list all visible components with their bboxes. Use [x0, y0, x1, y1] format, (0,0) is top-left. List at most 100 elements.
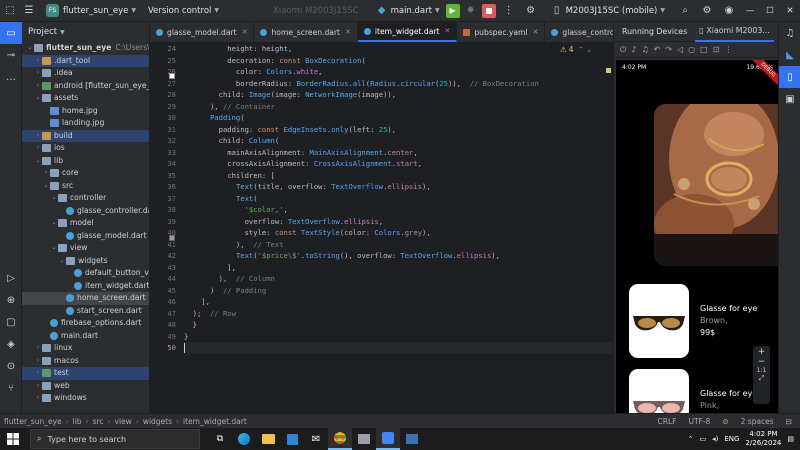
close-tab-icon[interactable]: ✕	[533, 28, 539, 36]
chevron-right-icon[interactable]: ›	[34, 130, 42, 143]
project-panel-header[interactable]: Project ▼	[22, 22, 149, 42]
tree-item[interactable]: ⌄ assets	[22, 92, 149, 105]
terminal-tool-button[interactable]: ▢	[0, 311, 22, 333]
zoom-out-button[interactable]: −	[758, 357, 766, 367]
run-tool-button[interactable]: ▷	[0, 267, 22, 289]
code-line[interactable]: child: Column(	[184, 135, 613, 147]
rotate-right-icon[interactable]: ↷	[665, 45, 672, 54]
debug-button[interactable]: ✹	[462, 0, 480, 22]
problems-tool-button[interactable]: ◈	[0, 333, 22, 355]
editor-tab[interactable]: pubspec.yaml ✕	[457, 22, 546, 42]
git-tool-button[interactable]: ⑂	[0, 377, 22, 399]
device-manager-button[interactable]: ▣	[779, 88, 800, 110]
volume-up-icon[interactable]: ♪	[631, 45, 636, 54]
terminal-app[interactable]	[352, 428, 376, 450]
editor-scrollbar[interactable]	[606, 68, 611, 73]
color-swatch-marker[interactable]	[169, 235, 175, 241]
tree-item[interactable]: › android [flutter_sun_eye_a	[22, 80, 149, 93]
chevron-right-icon[interactable]: ›	[34, 67, 42, 80]
tree-item[interactable]: › build	[22, 129, 149, 143]
breadcrumb-item[interactable]: src	[93, 417, 104, 426]
breadcrumb-item[interactable]: widgets	[143, 417, 172, 426]
zoom-ratio-button[interactable]: 1:1	[757, 367, 767, 374]
file-explorer-app[interactable]	[256, 428, 280, 450]
notifications-tool-button[interactable]: ♫	[779, 22, 800, 44]
chevron-down-icon[interactable]: ⌄	[42, 180, 50, 193]
file-encoding[interactable]: UTF-8	[688, 417, 710, 426]
code-line[interactable]: child: Image(image: NetworkImage(image))…	[184, 89, 613, 101]
flutter-inspector-button[interactable]: ◣	[779, 44, 800, 66]
network-icon[interactable]: ▭	[700, 435, 707, 443]
tree-item[interactable]: ⌄ controller	[22, 192, 149, 205]
devtools-tool-button[interactable]: ⊙	[0, 355, 22, 377]
device-selector[interactable]: ▯ M2003J15SC (mobile) ▼	[546, 0, 669, 22]
chevron-down-icon[interactable]: ⌄	[50, 192, 58, 205]
editor-tab[interactable]: home_screen.dart ✕	[254, 22, 358, 42]
mail-app[interactable]: ✉	[304, 428, 328, 450]
tree-item[interactable]: › test	[22, 367, 149, 380]
code-line[interactable]: Padding(	[184, 112, 613, 124]
code-line[interactable]: height: height,	[184, 43, 613, 55]
power-icon[interactable]: ⏻	[620, 45, 626, 55]
tree-item[interactable]: ⌄ lib	[22, 155, 149, 168]
run-button[interactable]: ▶	[444, 0, 462, 22]
breakpoint-marker[interactable]	[169, 73, 175, 79]
chevron-right-icon[interactable]: ›	[34, 380, 42, 393]
chevron-right-icon[interactable]: ›	[34, 342, 42, 355]
back-icon[interactable]: ◁	[677, 45, 683, 54]
store-app[interactable]	[280, 428, 304, 450]
breadcrumb-item[interactable]: item_widget.dart	[183, 417, 247, 426]
code-editor[interactable]: 24 25 26 27 28 29 30 31 32 33 34 35 36 37 38 39 40 41 42 43…	[150, 43, 613, 413]
code-line[interactable]: ],	[184, 262, 613, 274]
tree-item[interactable]: › web	[22, 380, 149, 393]
chevron-down-icon[interactable]: ⌄	[34, 155, 42, 168]
chevron-right-icon[interactable]: ›	[34, 55, 42, 68]
task-view-button[interactable]: ⧉	[208, 428, 232, 450]
device-tab[interactable]: ▯ Xiaomi M2003...	[695, 22, 774, 42]
more-run-button[interactable]: ⋮	[498, 0, 520, 22]
overview-icon[interactable]: □	[700, 45, 708, 54]
screenshot-icon[interactable]: ⊡	[713, 45, 720, 54]
code-line[interactable]: decoration: const BoxDecoration(	[184, 55, 613, 67]
code-line[interactable]: overflow: TextOverflow.ellipsis,	[184, 216, 613, 228]
zoom-in-button[interactable]: +	[758, 346, 766, 357]
close-tab-icon[interactable]: ✕	[345, 28, 351, 36]
code-line[interactable]: }	[184, 319, 613, 331]
tree-item[interactable]: ⌄ widgets	[22, 255, 149, 268]
project-selector[interactable]: FS flutter_sun_eye ▼	[42, 0, 140, 22]
chevron-right-icon[interactable]: ›	[34, 355, 42, 368]
tree-item[interactable]: default_button_v	[22, 267, 149, 280]
close-tab-icon[interactable]: ✕	[242, 28, 248, 36]
chevron-right-icon[interactable]: ›	[42, 167, 50, 180]
commit-tool-button[interactable]: ⊸	[0, 44, 22, 66]
tree-item[interactable]: item_widget.dart	[22, 280, 149, 293]
code-line[interactable]: borderRadius: BorderRadius.all(Radius.ci…	[184, 78, 613, 90]
chevron-down-icon[interactable]: ⌄	[50, 217, 58, 230]
close-window-button[interactable]: ✕	[780, 0, 800, 22]
stop-button[interactable]	[480, 0, 498, 22]
tree-item[interactable]: landing.jpg	[22, 117, 149, 130]
chevron-down-icon[interactable]: ⌄	[50, 242, 58, 255]
code-line[interactable]: ), // Text	[184, 239, 613, 251]
editor-tab[interactable]: glasse_model.dart ✕	[150, 22, 255, 42]
tree-item[interactable]: ⌄ src	[22, 180, 149, 193]
product-card-image[interactable]	[629, 369, 689, 413]
code-line[interactable]: mainAxisAlignment: MainAxisAlignment.cen…	[184, 147, 613, 159]
editor-tab[interactable]: glasse_controller.dart✕	[545, 22, 613, 42]
tree-item[interactable]: ⌄ model	[22, 217, 149, 230]
tree-item[interactable]: ⌄ flutter_sun_eyeC:\Users\Kaiz	[22, 42, 149, 55]
running-devices-tool-button[interactable]: ▯	[779, 66, 800, 88]
warning-indicator[interactable]: ⚠ 4 ⌃ ⌄	[560, 45, 592, 54]
maximize-button[interactable]: ☐	[760, 0, 780, 22]
tree-item[interactable]: firebase_options.dart	[22, 317, 149, 330]
code-line[interactable]: crossAxisAlignment: CrossAxisAlignment.s…	[184, 158, 613, 170]
breadcrumb-item[interactable]: view	[115, 417, 132, 426]
minimize-button[interactable]: —	[740, 0, 760, 22]
lock-icon[interactable]: ⊟	[786, 417, 792, 426]
code-line[interactable]: Text('$price\$'.toString(), overflow: Te…	[184, 250, 613, 262]
services-tool-button[interactable]: ⊕	[0, 289, 22, 311]
volume-icon[interactable]: ◂)	[712, 435, 718, 443]
indent-setting[interactable]: 2 spaces	[741, 417, 774, 426]
more-vertical-icon[interactable]: ⋮	[724, 45, 732, 54]
more-tools-button[interactable]: …	[0, 66, 22, 88]
